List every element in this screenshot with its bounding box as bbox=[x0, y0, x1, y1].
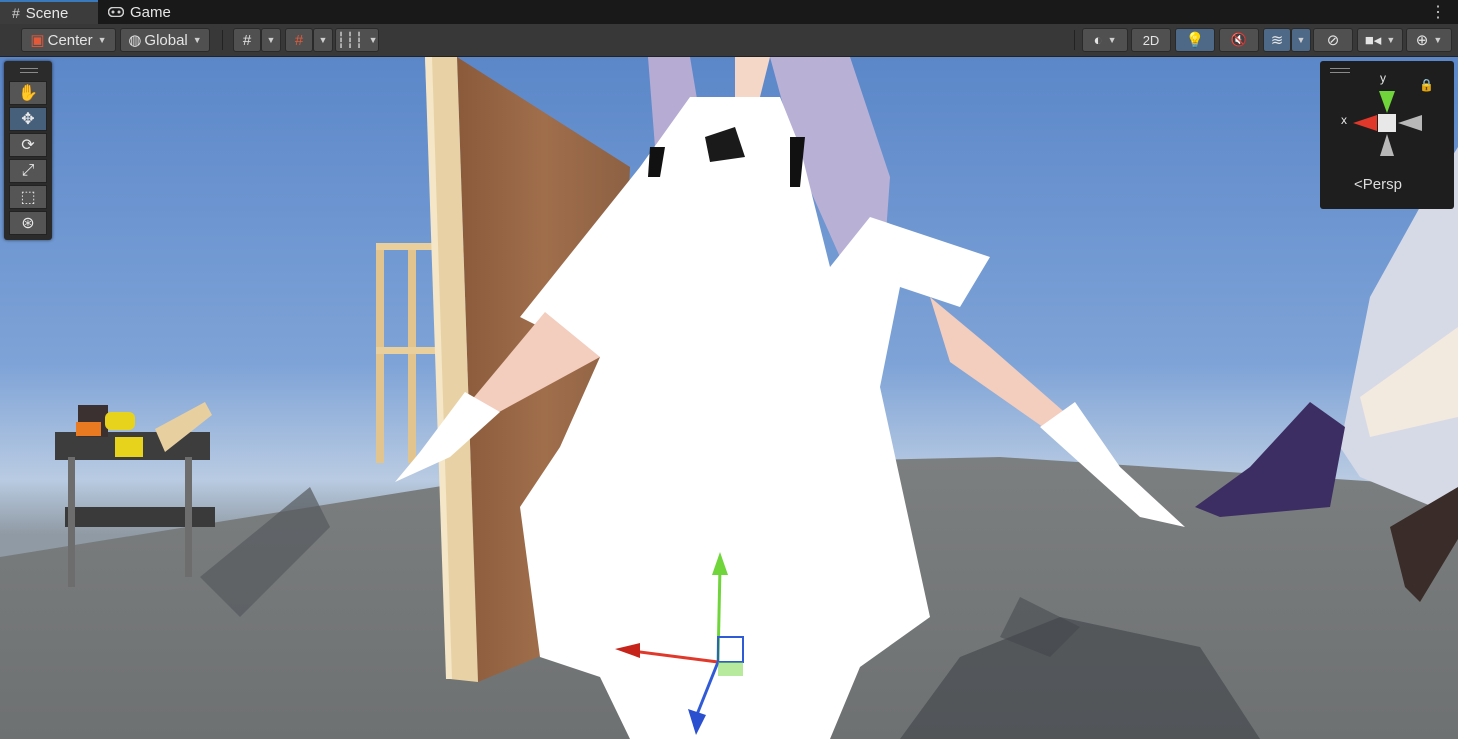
rect-tool-button[interactable]: ⬚ bbox=[9, 185, 47, 209]
tab-game[interactable]: Game bbox=[98, 0, 178, 24]
rotate-tool-button[interactable]: ⟳ bbox=[9, 133, 47, 157]
draw-mode-dropdown[interactable]: ◐ ▼ bbox=[1082, 28, 1128, 52]
shading-sphere-icon: ◐ bbox=[1093, 31, 1103, 49]
effects-toggle[interactable]: ≋ bbox=[1263, 28, 1291, 52]
grid-options-dropdown[interactable]: ▼ bbox=[261, 28, 281, 52]
speaker-mute-icon: 🔇 bbox=[1230, 32, 1248, 47]
chevron-down-icon: ▼ bbox=[1433, 35, 1443, 45]
camera-settings-dropdown[interactable]: ■◂ ▼ bbox=[1357, 28, 1403, 52]
pivot-rotation-label: Global bbox=[144, 31, 188, 49]
ruler-icon: ┆┆┆ bbox=[336, 32, 364, 49]
view-tool-button[interactable]: ✋ bbox=[9, 81, 47, 105]
gamepad-icon bbox=[107, 4, 125, 20]
grid-snap-dropdown[interactable]: ▼ bbox=[313, 28, 333, 52]
chevron-down-icon: ▼ bbox=[368, 35, 378, 45]
grid-snap-button[interactable]: # bbox=[285, 28, 313, 52]
effects-dropdown[interactable]: ▼ bbox=[1291, 28, 1311, 52]
gizmo-crosshair-icon: ⊕ bbox=[1415, 32, 1429, 49]
chevron-down-icon: ▼ bbox=[266, 35, 276, 45]
tab-game-label: Game bbox=[130, 3, 171, 21]
eye-slash-icon: ⊘ bbox=[1326, 32, 1340, 49]
chevron-down-icon: ▼ bbox=[1386, 35, 1396, 45]
pivot-center-icon: ▣ bbox=[30, 32, 45, 49]
grid-snap-icon: # bbox=[294, 31, 304, 49]
y-axis-cone[interactable] bbox=[1379, 91, 1395, 113]
projection-toggle[interactable]: <Persp bbox=[1354, 176, 1402, 193]
tab-bar: # Scene Game ⋮ bbox=[0, 0, 1458, 24]
grid-visibility-button[interactable]: # bbox=[233, 28, 261, 52]
more-options-icon[interactable]: ⋮ bbox=[1430, 2, 1446, 22]
camera-icon: ■◂ bbox=[1364, 32, 1382, 49]
increment-snap-dropdown[interactable]: ┆┆┆ ▼ bbox=[335, 28, 379, 52]
perspective-icon: < bbox=[1354, 176, 1363, 193]
chevron-down-icon: ▼ bbox=[192, 35, 202, 45]
x-axis-cone[interactable] bbox=[1353, 115, 1377, 131]
audio-toggle[interactable]: 🔇 bbox=[1219, 28, 1259, 52]
scale-tool-button[interactable]: ⤢ bbox=[9, 159, 47, 183]
pivot-rotation-dropdown[interactable]: ◍ Global ▼ bbox=[120, 28, 210, 52]
axis-cones[interactable] bbox=[1320, 61, 1454, 171]
scene-render bbox=[0, 57, 1458, 739]
transform-icon: ⊛ bbox=[21, 215, 35, 232]
move-tool-button[interactable]: ✥ bbox=[9, 107, 47, 131]
toolbar-divider bbox=[222, 30, 223, 50]
tab-scene-label: Scene bbox=[25, 4, 69, 22]
toggle-2d-button[interactable]: 2D bbox=[1131, 28, 1171, 52]
rect-transform-icon: ⬚ bbox=[20, 189, 36, 206]
transform-tool-button[interactable]: ⊛ bbox=[9, 211, 47, 235]
globe-icon: ◍ bbox=[128, 32, 142, 49]
lighting-toggle[interactable]: 💡 bbox=[1175, 28, 1215, 52]
pivot-mode-label: Center bbox=[47, 31, 93, 49]
grid-icon: # bbox=[242, 31, 252, 49]
rotate-icon: ⟳ bbox=[21, 137, 35, 154]
scale-icon: ⤢ bbox=[21, 162, 35, 179]
gizmos-dropdown[interactable]: ⊕ ▼ bbox=[1406, 28, 1452, 52]
center-cube[interactable] bbox=[1378, 114, 1396, 132]
tools-overlay: ✋ ✥ ⟳ ⤢ ⬚ ⊛ bbox=[4, 61, 52, 240]
chevron-down-icon: ▼ bbox=[1107, 35, 1117, 45]
hand-icon: ✋ bbox=[18, 85, 38, 102]
chevron-down-icon: ▼ bbox=[97, 35, 107, 45]
neg-y-axis-cone[interactable] bbox=[1380, 134, 1394, 156]
tab-scene[interactable]: # Scene bbox=[0, 0, 98, 24]
move-arrows-icon: ✥ bbox=[21, 111, 35, 128]
chevron-down-icon: ▼ bbox=[318, 35, 328, 45]
drag-handle[interactable] bbox=[20, 68, 38, 73]
pivot-mode-dropdown[interactable]: ▣ Center ▼ bbox=[21, 28, 116, 52]
scene-toolbar: ▣ Center ▼ ◍ Global ▼ # ▼ # ▼ ┆┆┆ ▼ ◐ ▼ 2D… bbox=[0, 24, 1458, 57]
light-bulb-icon: 💡 bbox=[1185, 32, 1205, 49]
scene-viewport[interactable] bbox=[0, 57, 1458, 739]
scene-grid-icon: # bbox=[12, 5, 20, 21]
hidden-objects-toggle[interactable]: ⊘ bbox=[1313, 28, 1353, 52]
chevron-down-icon: ▼ bbox=[1296, 35, 1306, 45]
toggle-2d-label: 2D bbox=[1142, 32, 1160, 48]
toolbar-divider bbox=[1074, 30, 1075, 50]
orientation-gizmo: 🔒 y x <Persp bbox=[1320, 61, 1454, 209]
projection-label: Persp bbox=[1362, 176, 1402, 193]
neg-x-axis-cone[interactable] bbox=[1398, 115, 1422, 131]
layers-effects-icon: ≋ bbox=[1270, 32, 1284, 49]
